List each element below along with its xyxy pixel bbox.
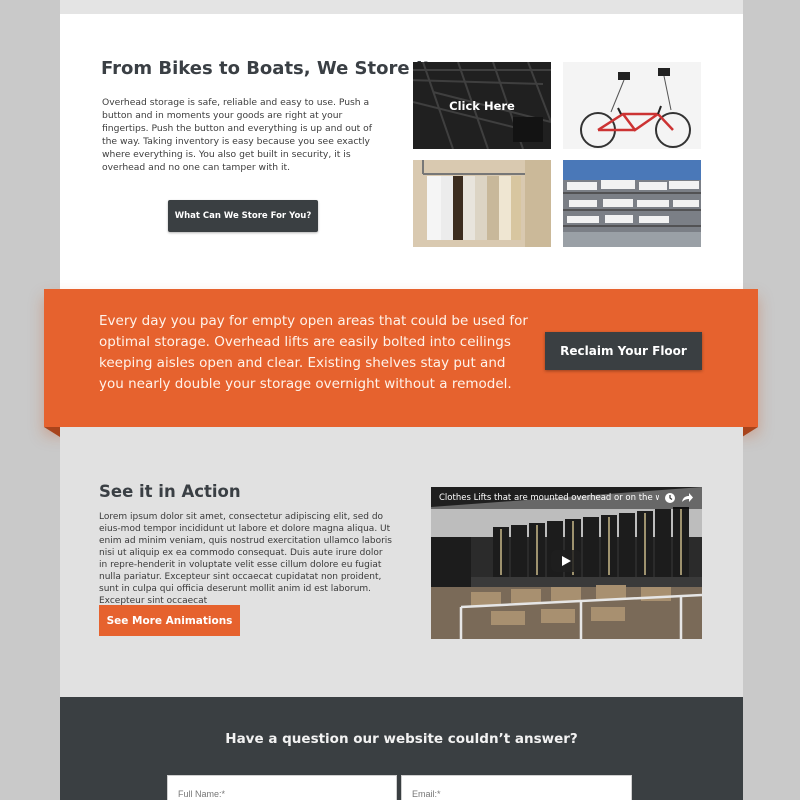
- clothes-graphic: [413, 160, 551, 247]
- contact-title: Have a question our website couldn’t ans…: [225, 731, 578, 747]
- store-section-title: From Bikes to Boats, We Store It: [101, 58, 432, 79]
- click-here-label: Click Here: [413, 62, 551, 149]
- what-can-we-store-button[interactable]: What Can We Store For You?: [168, 200, 318, 232]
- play-button[interactable]: [551, 550, 581, 572]
- watch-later-icon[interactable]: [664, 492, 676, 504]
- reclaim-floor-button[interactable]: Reclaim Your Floor: [545, 332, 702, 370]
- boat-storage-image[interactable]: [563, 160, 701, 247]
- video-title[interactable]: Clothes Lifts that are mounted overhead …: [439, 493, 659, 503]
- play-icon: [562, 556, 571, 566]
- banner-fold-right: [742, 427, 758, 437]
- ceiling-rack-image[interactable]: Click Here: [413, 62, 551, 149]
- banner-text: Every day you pay for empty open areas t…: [99, 313, 528, 392]
- action-section-title: See it in Action: [99, 482, 241, 501]
- see-more-animations-button[interactable]: See More Animations: [99, 605, 240, 636]
- banner-fold-left: [44, 427, 60, 437]
- share-icon[interactable]: [681, 492, 693, 504]
- video-player[interactable]: Clothes Lifts that are mounted overhead …: [431, 487, 702, 639]
- bicycle-graphic: [563, 62, 701, 149]
- bicycle-lift-image[interactable]: [563, 62, 701, 149]
- boat-storage-graphic: [563, 160, 701, 247]
- clothes-rack-image[interactable]: [413, 160, 551, 247]
- action-section-body: Lorem ipsum dolor sit amet, consectetur …: [99, 512, 392, 606]
- full-name-field[interactable]: Full Name:*: [167, 775, 397, 800]
- store-section-body: Overhead storage is safe, reliable and e…: [102, 97, 373, 173]
- email-field[interactable]: Email:*: [401, 775, 632, 800]
- top-strip: [60, 0, 743, 14]
